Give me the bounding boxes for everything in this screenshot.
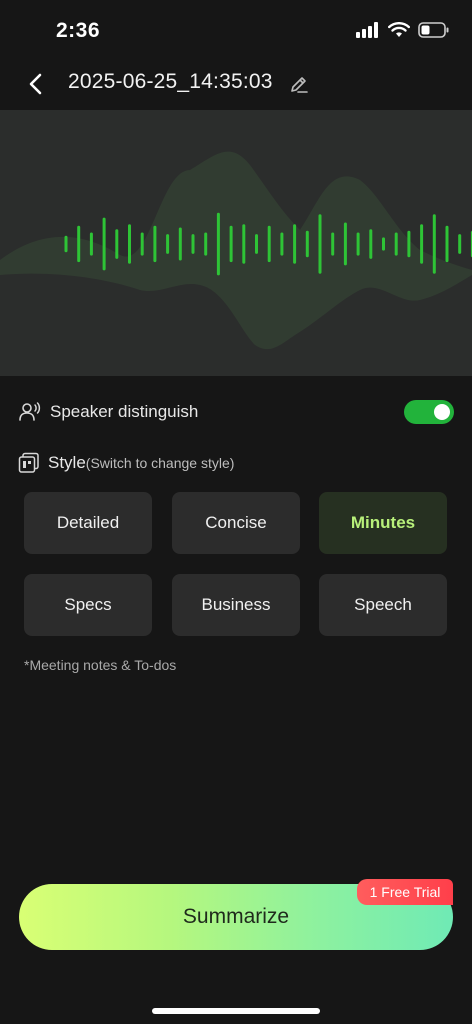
status-icons [356, 22, 450, 38]
waveform-bar [305, 230, 309, 258]
cellular-signal-icon [356, 22, 378, 38]
back-button[interactable] [22, 68, 48, 100]
waveform-bar [178, 227, 182, 261]
style-option-specs[interactable]: Specs [24, 574, 152, 636]
waveform-bar [77, 225, 81, 263]
waveform-bar [102, 217, 106, 271]
edit-title-button[interactable] [286, 72, 312, 98]
waveform-bar [140, 232, 144, 256]
speaker-icon [18, 400, 42, 424]
toggle-knob [434, 404, 450, 420]
waveform-bar [204, 232, 208, 256]
style-icon [18, 452, 40, 474]
chevron-left-icon [29, 73, 42, 95]
home-indicator [152, 1008, 320, 1014]
page-title: 2025-06-25_14:35:03 [68, 70, 273, 93]
waveform-panel [0, 110, 472, 376]
waveform-bar [331, 232, 335, 256]
style-label: Style [48, 453, 86, 472]
waveform-visualization [0, 151, 472, 350]
waveform-bar [64, 235, 68, 253]
waveform-bar [280, 232, 284, 256]
waveform-glow [0, 151, 472, 350]
style-option-business[interactable]: Business [172, 574, 300, 636]
style-option-minutes[interactable]: Minutes [319, 492, 447, 554]
style-hint: (Switch to change style) [85, 455, 235, 471]
style-option-detailed[interactable]: Detailed [24, 492, 152, 554]
waveform-bar [166, 234, 170, 254]
waveform-bar [356, 232, 360, 256]
free-trial-badge: 1 Free Trial [357, 879, 453, 905]
waveform-bar [267, 225, 271, 263]
waveform-bar [369, 229, 373, 259]
waveform-bar [407, 230, 411, 258]
wifi-icon [388, 22, 410, 37]
speaker-distinguish-label: Speaker distinguish [50, 402, 199, 421]
waveform-bar [458, 234, 462, 254]
waveform-bar [242, 224, 246, 264]
waveform-bar [420, 224, 424, 264]
style-heading: Style(Switch to change style) [48, 453, 234, 473]
status-time: 2:36 [56, 19, 101, 42]
waveform-bar [445, 225, 449, 263]
waveform-bar [293, 224, 297, 264]
battery-icon [418, 22, 449, 38]
waveform-bar [128, 224, 131, 264]
waveform-bar [229, 225, 233, 263]
waveform-bar [89, 232, 93, 256]
waveform-bar [394, 232, 398, 256]
style-description-note: *Meeting notes & To-dos [24, 657, 177, 673]
waveform-bar [153, 225, 157, 263]
waveform-bar [343, 222, 347, 266]
waveform-bar [382, 237, 385, 251]
style-option-speech[interactable]: Speech [319, 574, 447, 636]
waveform-bar [216, 212, 220, 276]
pencil-icon [291, 77, 308, 93]
waveform-bar [115, 229, 119, 259]
waveform-bar [191, 234, 195, 254]
waveform-bar [318, 214, 322, 274]
speaker-distinguish-toggle[interactable] [404, 400, 454, 424]
waveform-bar [432, 214, 436, 274]
waveform-bar [255, 234, 258, 254]
style-option-concise[interactable]: Concise [172, 492, 300, 554]
